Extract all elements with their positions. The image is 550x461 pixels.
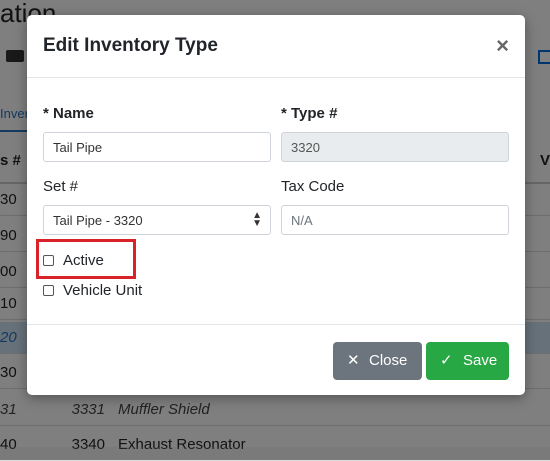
modal-title: Edit Inventory Type	[43, 35, 218, 56]
name-input[interactable]: Tail Pipe	[43, 132, 271, 162]
close-button-label: Close	[369, 352, 408, 369]
select-arrows-icon: ▲ ▼	[252, 210, 262, 229]
set-number-select[interactable]: Tail Pipe - 3320 ▲ ▼	[43, 205, 271, 235]
close-icon[interactable]: ×	[496, 33, 509, 59]
vehicle-unit-checkbox[interactable]	[43, 285, 54, 296]
vehicle-unit-label: Vehicle Unit	[63, 282, 143, 299]
set-number-value: Tail Pipe - 3320	[53, 213, 143, 228]
save-button[interactable]: ✓ Save	[426, 342, 509, 380]
tax-code-label: Tax Code	[281, 178, 345, 195]
modal-footer-divider	[27, 324, 525, 325]
type-number-label: * Type #	[281, 105, 338, 122]
vehicle-unit-checkbox-row[interactable]: Vehicle Unit	[43, 281, 163, 301]
close-button[interactable]: ✕ Close	[333, 342, 422, 380]
highlight-box	[36, 239, 136, 279]
save-button-label: Save	[463, 352, 498, 369]
edit-inventory-type-modal: Edit Inventory Type × * Name Tail Pipe *…	[27, 15, 525, 395]
modal-header: Edit Inventory Type ×	[27, 15, 525, 78]
x-icon: ✕	[347, 352, 360, 369]
tax-code-input[interactable]: N/A	[281, 205, 509, 235]
name-label: * Name	[43, 105, 94, 122]
set-number-label: Set #	[43, 178, 79, 195]
checkmark-icon: ✓	[440, 352, 453, 369]
type-number-input: 3320	[281, 132, 509, 162]
